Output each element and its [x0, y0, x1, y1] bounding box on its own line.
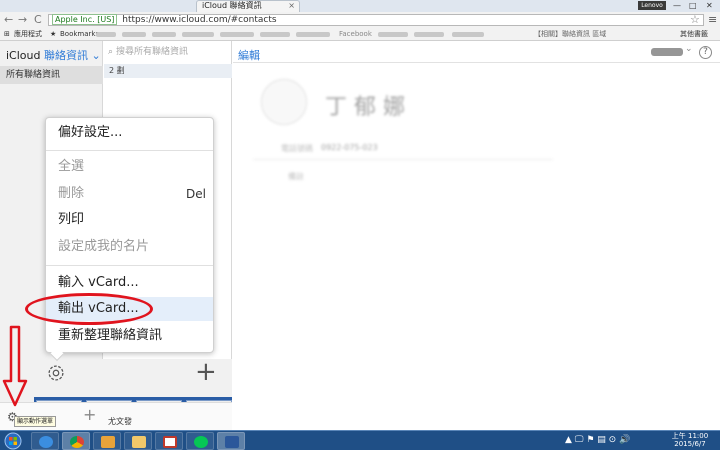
add-contact-button[interactable]: + [195, 359, 217, 385]
contact-detail-pane: 編輯 ⌄ ? 丁 郁 娜 電話號碼 0922-075-023 備註 [233, 41, 720, 430]
partial-contact-name: 尤文發 [108, 417, 132, 426]
taskbar-ie-icon[interactable] [31, 432, 59, 450]
taskbar-clock[interactable]: 上午 11:00 2015/6/7 [668, 432, 712, 448]
url-text[interactable]: https://www.icloud.com/#contacts [122, 15, 276, 25]
bookmark-blurred[interactable] [452, 32, 484, 37]
search-input[interactable]: ⌕ 搜尋所有聯絡資訊 [108, 45, 228, 59]
divider [253, 159, 553, 160]
chevron-down-icon[interactable]: ⌄ [91, 49, 100, 62]
account-name-redacted[interactable] [651, 48, 683, 56]
bookmark-blurred[interactable] [414, 32, 444, 37]
windows-taskbar: ▲ 🖵 ⚑ ▤ ⊙ 🔊 上午 11:00 2015/6/7 [0, 430, 720, 450]
menu-preferences[interactable]: 偏好設定... [58, 124, 208, 142]
annotation-arrow-icon [2, 325, 28, 407]
clock-time: 上午 11:00 [671, 432, 709, 440]
taskbar-line-icon[interactable] [186, 432, 214, 450]
profile-badge[interactable]: Lenovo [638, 1, 666, 10]
taskbar-acrobat-icon[interactable] [155, 432, 183, 450]
app-title[interactable]: iCloud 聯絡資訊 ⌄ [6, 47, 101, 63]
system-tray[interactable]: ▲ 🖵 ⚑ ▤ ⊙ 🔊 [565, 433, 630, 447]
menu-set-my-card[interactable]: 設定成我的名片 [58, 238, 208, 256]
menu-divider [46, 150, 213, 151]
taskbar-outlook-icon[interactable] [93, 432, 121, 450]
bookmark-blurred[interactable] [182, 32, 214, 37]
contact-name: 丁 郁 娜 [325, 95, 405, 120]
browser-toolbar: ← → C Apple Inc. [US] https://www.icloud… [0, 12, 720, 28]
bookmark-blurred[interactable] [260, 32, 290, 37]
menu-delete[interactable]: 刪除 Del [58, 185, 208, 203]
bottom-toolbar: ⚙ 顯示動作選單 + 尤文發 [0, 402, 232, 430]
menu-select-all[interactable]: 全選 [58, 158, 208, 176]
bookmark-other[interactable]: 其他書籤 [680, 28, 708, 41]
menu-refresh-contacts[interactable]: 重新整理聯絡資訊 [58, 327, 208, 345]
bookmark-star-icon[interactable]: ☆ [690, 13, 700, 26]
gear-icon[interactable] [45, 362, 67, 384]
chevron-down-icon[interactable]: ⌄ [685, 44, 693, 54]
phone-label: 電話號碼 [281, 144, 313, 153]
note-label: 備註 [288, 172, 304, 181]
chrome-glyph [70, 436, 84, 448]
bookmark-blurred[interactable] [220, 32, 254, 37]
clock-date: 2015/6/7 [674, 440, 706, 448]
address-bar[interactable]: Apple Inc. [US] https://www.icloud.com/#… [48, 14, 704, 26]
search-placeholder: 搜尋所有聯絡資訊 [116, 47, 189, 57]
bookmark-blurred[interactable] [122, 32, 146, 37]
bookmark-bookmarks[interactable]: Bookmarks [60, 28, 99, 41]
close-window-icon[interactable]: ✕ [706, 0, 713, 11]
divider [233, 62, 720, 63]
bookmark-blurred[interactable] [152, 32, 176, 37]
bookmark-blurred[interactable] [296, 32, 330, 37]
bookmark-blurred[interactable] [378, 32, 408, 37]
outlook-glyph [101, 436, 115, 448]
help-icon[interactable]: ? [699, 46, 712, 59]
menu-divider [46, 265, 213, 266]
bookmark-blurry-item[interactable]: 【相關】聯絡資訊 區域 [534, 28, 606, 41]
bookmark-blurred[interactable] [96, 32, 116, 37]
acrobat-glyph [163, 436, 177, 448]
add-icon[interactable]: + [83, 405, 96, 424]
bookmark-facebook[interactable]: Facebook [339, 28, 372, 41]
word-glyph [225, 436, 239, 448]
apps-grid-icon[interactable]: ⊞ [4, 28, 10, 41]
menu-print[interactable]: 列印 [58, 211, 208, 229]
taskbar-explorer-icon[interactable] [124, 432, 152, 450]
browser-tabstrip: iCloud 聯絡資訊 × Lenovo — □ ✕ [0, 0, 720, 12]
ev-certificate-badge[interactable]: Apple Inc. [US] [52, 14, 118, 25]
menu-delete-label: 刪除 [58, 186, 85, 201]
maximize-icon[interactable]: □ [689, 0, 697, 11]
menu-import-vcard[interactable]: 輸入 vCard... [58, 274, 208, 292]
icloud-brand: iCloud [6, 49, 41, 62]
group-all-contacts[interactable]: 所有聯絡資訊 [0, 66, 103, 84]
chrome-menu-icon[interactable]: ≡ [708, 13, 717, 26]
letter-section-header: 2 劃 [104, 64, 232, 78]
contact-card: 丁 郁 娜 電話號碼 0922-075-023 備註 [233, 71, 720, 201]
back-icon[interactable]: ← [4, 13, 13, 27]
app-switcher-label[interactable]: 聯絡資訊 [44, 49, 88, 62]
edit-button[interactable]: 編輯 [238, 47, 260, 63]
phone-value: 0922-075-023 [321, 143, 378, 152]
minimize-icon[interactable]: — [673, 0, 681, 11]
bookmarks-folder-icon[interactable]: ★ [50, 28, 56, 41]
line-glyph [194, 436, 208, 448]
gear-tooltip: 顯示動作選單 [14, 416, 57, 427]
annotation-oval [25, 293, 153, 325]
tab-close-icon[interactable]: × [288, 1, 295, 11]
windows-start-icon[interactable] [1, 432, 25, 450]
delete-shortcut: Del [186, 187, 206, 201]
taskbar-chrome-icon[interactable] [62, 432, 90, 450]
ie-glyph [39, 436, 53, 448]
folder-glyph [132, 436, 146, 448]
bookmark-apps[interactable]: 應用程式 [14, 28, 42, 41]
reload-icon[interactable]: C [34, 13, 42, 27]
search-icon: ⌕ [108, 47, 114, 57]
tab-title: iCloud 聯絡資訊 [202, 1, 262, 10]
contact-avatar [261, 79, 307, 125]
taskbar-word-icon[interactable] [217, 432, 245, 450]
browser-tab-icloud[interactable]: iCloud 聯絡資訊 × [196, 0, 300, 12]
forward-icon[interactable]: → [18, 13, 27, 27]
bookmarks-bar: ⊞ 應用程式 ★ Bookmarks Facebook 【相關】聯絡資訊 區域 … [0, 28, 720, 41]
